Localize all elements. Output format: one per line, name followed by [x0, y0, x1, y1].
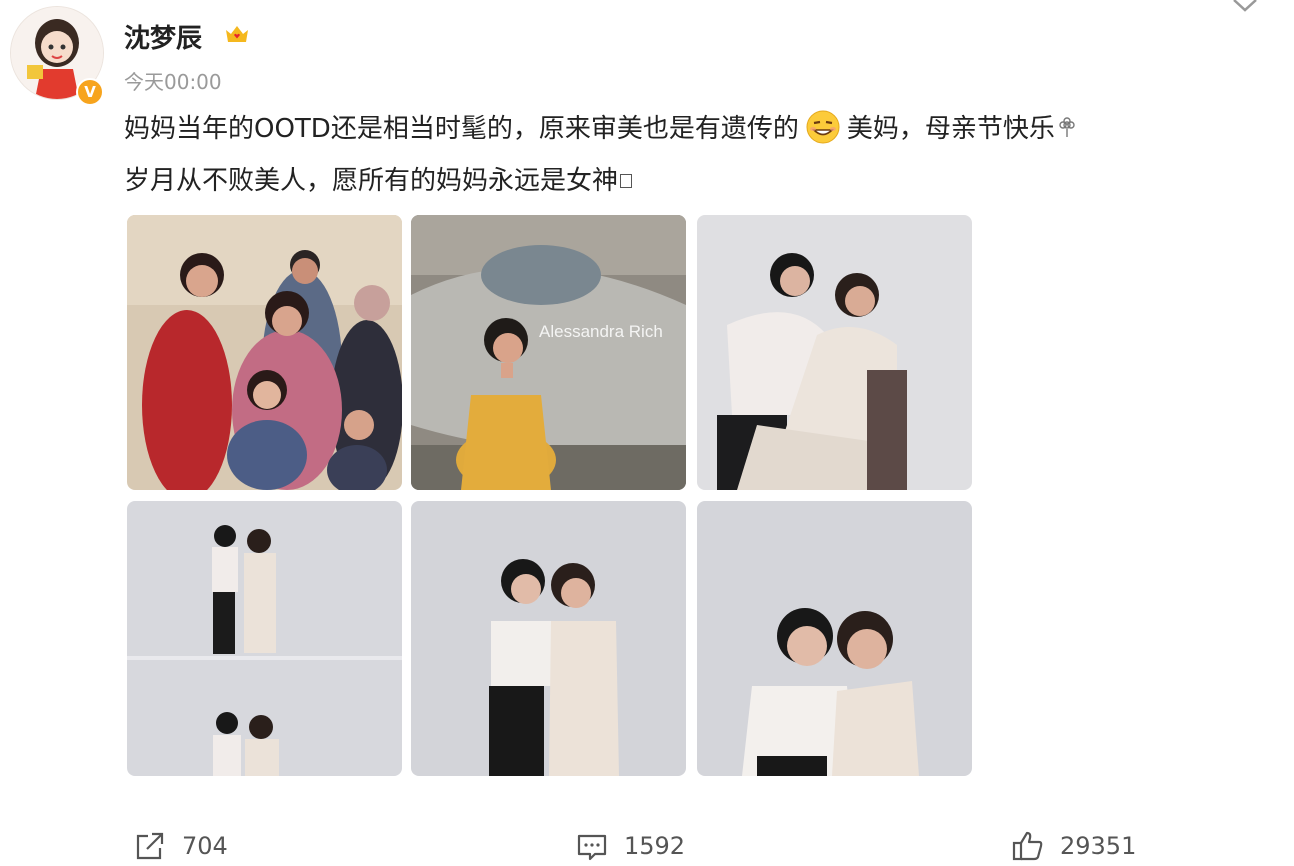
family-vintage-photo: [127, 215, 402, 490]
grinning-face-emoji-icon: [806, 110, 840, 144]
post-text-part-3: 岁月从不败美人，愿所有的妈妈永远是女神: [124, 166, 619, 196]
verified-badge: V: [76, 78, 104, 106]
photo-watermark: Alessandra Rich: [539, 322, 663, 341]
post-text-line-1: 妈妈当年的OOTD还是相当时髦的，原来审美也是有遗传的 美妈，母亲节快乐: [124, 108, 1079, 145]
comment-button[interactable]: 1592: [574, 826, 685, 866]
comment-count: 1592: [624, 832, 686, 860]
yellow-jacket-photo: Alessandra Rich: [411, 215, 686, 490]
author-name[interactable]: 沈梦辰: [124, 18, 202, 55]
post-timestamp[interactable]: 今天00:00: [124, 66, 222, 95]
seated-duo-photo: [697, 215, 972, 490]
post-photo-6[interactable]: [697, 501, 972, 776]
post-photo-2[interactable]: Alessandra Rich: [411, 215, 686, 490]
post-photo-4[interactable]: [127, 501, 402, 776]
post-photo-5[interactable]: [411, 501, 686, 776]
post-text-line-2: 岁月从不败美人，愿所有的妈妈永远是女神: [124, 160, 633, 197]
post-text-part-1: 妈妈当年的OOTD还是相当时髦的，原来审美也是有遗传的: [124, 114, 799, 144]
like-count: 29351: [1060, 832, 1137, 860]
share-count: 704: [182, 832, 228, 860]
post-photo-3[interactable]: [697, 215, 972, 490]
comment-icon: [577, 834, 607, 861]
thumbs-up-icon: [1012, 831, 1043, 861]
share-icon: [136, 832, 164, 860]
standing-duo-small-photo: [127, 501, 402, 776]
flower-emoji-icon: [1059, 117, 1075, 137]
standing-duo-photo: [411, 501, 686, 776]
closeup-duo-photo: [697, 501, 972, 776]
like-button[interactable]: 29351: [1010, 826, 1136, 866]
crown-heart-icon: [226, 26, 248, 42]
share-button[interactable]: 704: [132, 826, 228, 866]
chevron-down-icon[interactable]: [1228, 0, 1262, 16]
missing-glyph-icon: [620, 174, 633, 188]
post-photo-1[interactable]: [127, 215, 402, 490]
post-text-part-2: 美妈，母亲节快乐: [846, 114, 1055, 144]
